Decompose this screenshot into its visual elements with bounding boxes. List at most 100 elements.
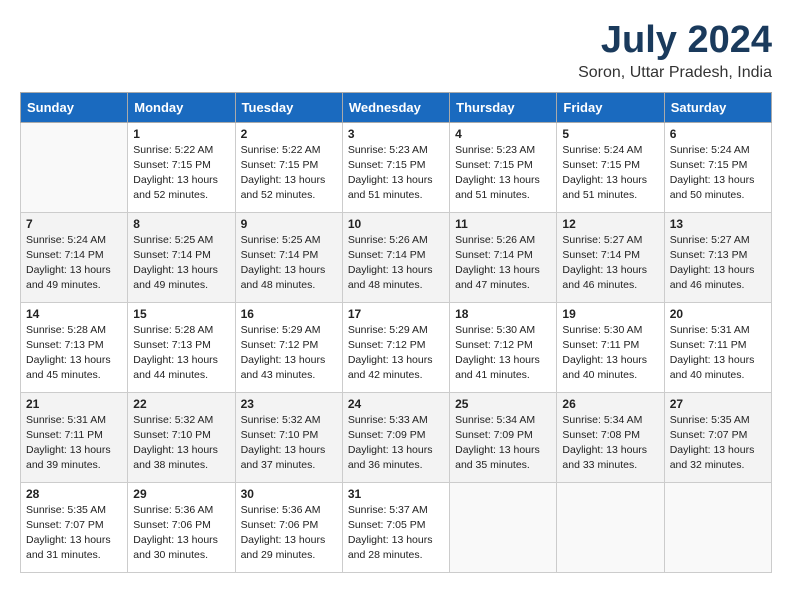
day-number: 1 — [133, 127, 229, 141]
day-info: Sunrise: 5:31 AMSunset: 7:11 PMDaylight:… — [26, 413, 122, 474]
weekday-header-thursday: Thursday — [450, 92, 557, 122]
calendar-cell: 15 Sunrise: 5:28 AMSunset: 7:13 PMDaylig… — [128, 302, 235, 392]
day-info: Sunrise: 5:24 AMSunset: 7:14 PMDaylight:… — [26, 233, 122, 294]
day-info: Sunrise: 5:34 AMSunset: 7:09 PMDaylight:… — [455, 413, 551, 474]
day-number: 25 — [455, 397, 551, 411]
calendar-cell: 2 Sunrise: 5:22 AMSunset: 7:15 PMDayligh… — [235, 122, 342, 212]
calendar-cell: 20 Sunrise: 5:31 AMSunset: 7:11 PMDaylig… — [664, 302, 771, 392]
weekday-header-tuesday: Tuesday — [235, 92, 342, 122]
day-info: Sunrise: 5:30 AMSunset: 7:12 PMDaylight:… — [455, 323, 551, 384]
day-info: Sunrise: 5:29 AMSunset: 7:12 PMDaylight:… — [241, 323, 337, 384]
day-info: Sunrise: 5:37 AMSunset: 7:05 PMDaylight:… — [348, 503, 444, 564]
calendar-cell: 31 Sunrise: 5:37 AMSunset: 7:05 PMDaylig… — [342, 482, 449, 572]
calendar-cell: 25 Sunrise: 5:34 AMSunset: 7:09 PMDaylig… — [450, 392, 557, 482]
calendar-cell: 16 Sunrise: 5:29 AMSunset: 7:12 PMDaylig… — [235, 302, 342, 392]
day-info: Sunrise: 5:22 AMSunset: 7:15 PMDaylight:… — [241, 143, 337, 204]
calendar-table: SundayMondayTuesdayWednesdayThursdayFrid… — [20, 92, 772, 573]
weekday-header-saturday: Saturday — [664, 92, 771, 122]
day-info: Sunrise: 5:24 AMSunset: 7:15 PMDaylight:… — [562, 143, 658, 204]
day-number: 30 — [241, 487, 337, 501]
calendar-cell — [664, 482, 771, 572]
day-number: 14 — [26, 307, 122, 321]
calendar-cell: 3 Sunrise: 5:23 AMSunset: 7:15 PMDayligh… — [342, 122, 449, 212]
calendar-cell: 12 Sunrise: 5:27 AMSunset: 7:14 PMDaylig… — [557, 212, 664, 302]
calendar-cell: 23 Sunrise: 5:32 AMSunset: 7:10 PMDaylig… — [235, 392, 342, 482]
day-info: Sunrise: 5:32 AMSunset: 7:10 PMDaylight:… — [241, 413, 337, 474]
calendar-cell: 14 Sunrise: 5:28 AMSunset: 7:13 PMDaylig… — [21, 302, 128, 392]
calendar-cell: 28 Sunrise: 5:35 AMSunset: 7:07 PMDaylig… — [21, 482, 128, 572]
day-number: 19 — [562, 307, 658, 321]
week-row-1: 1 Sunrise: 5:22 AMSunset: 7:15 PMDayligh… — [21, 122, 772, 212]
day-info: Sunrise: 5:27 AMSunset: 7:14 PMDaylight:… — [562, 233, 658, 294]
calendar-cell: 1 Sunrise: 5:22 AMSunset: 7:15 PMDayligh… — [128, 122, 235, 212]
calendar-cell: 13 Sunrise: 5:27 AMSunset: 7:13 PMDaylig… — [664, 212, 771, 302]
day-info: Sunrise: 5:35 AMSunset: 7:07 PMDaylight:… — [670, 413, 766, 474]
week-row-5: 28 Sunrise: 5:35 AMSunset: 7:07 PMDaylig… — [21, 482, 772, 572]
day-number: 12 — [562, 217, 658, 231]
day-number: 22 — [133, 397, 229, 411]
day-number: 15 — [133, 307, 229, 321]
day-info: Sunrise: 5:28 AMSunset: 7:13 PMDaylight:… — [26, 323, 122, 384]
day-number: 26 — [562, 397, 658, 411]
day-info: Sunrise: 5:25 AMSunset: 7:14 PMDaylight:… — [241, 233, 337, 294]
day-info: Sunrise: 5:28 AMSunset: 7:13 PMDaylight:… — [133, 323, 229, 384]
calendar-cell: 30 Sunrise: 5:36 AMSunset: 7:06 PMDaylig… — [235, 482, 342, 572]
day-number: 18 — [455, 307, 551, 321]
week-row-4: 21 Sunrise: 5:31 AMSunset: 7:11 PMDaylig… — [21, 392, 772, 482]
day-info: Sunrise: 5:29 AMSunset: 7:12 PMDaylight:… — [348, 323, 444, 384]
calendar-cell: 21 Sunrise: 5:31 AMSunset: 7:11 PMDaylig… — [21, 392, 128, 482]
weekday-header-friday: Friday — [557, 92, 664, 122]
day-number: 11 — [455, 217, 551, 231]
month-year-title: July 2024 — [578, 20, 772, 62]
day-number: 6 — [670, 127, 766, 141]
calendar-cell — [557, 482, 664, 572]
title-section: July 2024 Soron, Uttar Pradesh, India — [578, 20, 772, 82]
weekday-header-monday: Monday — [128, 92, 235, 122]
day-number: 13 — [670, 217, 766, 231]
day-info: Sunrise: 5:26 AMSunset: 7:14 PMDaylight:… — [455, 233, 551, 294]
calendar-cell: 7 Sunrise: 5:24 AMSunset: 7:14 PMDayligh… — [21, 212, 128, 302]
day-number: 23 — [241, 397, 337, 411]
day-info: Sunrise: 5:35 AMSunset: 7:07 PMDaylight:… — [26, 503, 122, 564]
week-row-2: 7 Sunrise: 5:24 AMSunset: 7:14 PMDayligh… — [21, 212, 772, 302]
day-number: 8 — [133, 217, 229, 231]
day-info: Sunrise: 5:24 AMSunset: 7:15 PMDaylight:… — [670, 143, 766, 204]
day-info: Sunrise: 5:36 AMSunset: 7:06 PMDaylight:… — [241, 503, 337, 564]
calendar-cell — [450, 482, 557, 572]
day-info: Sunrise: 5:23 AMSunset: 7:15 PMDaylight:… — [348, 143, 444, 204]
day-number: 9 — [241, 217, 337, 231]
calendar-cell: 10 Sunrise: 5:26 AMSunset: 7:14 PMDaylig… — [342, 212, 449, 302]
day-number: 2 — [241, 127, 337, 141]
day-number: 3 — [348, 127, 444, 141]
day-info: Sunrise: 5:22 AMSunset: 7:15 PMDaylight:… — [133, 143, 229, 204]
calendar-cell: 26 Sunrise: 5:34 AMSunset: 7:08 PMDaylig… — [557, 392, 664, 482]
day-number: 20 — [670, 307, 766, 321]
day-number: 27 — [670, 397, 766, 411]
calendar-cell — [21, 122, 128, 212]
day-number: 28 — [26, 487, 122, 501]
calendar-cell: 29 Sunrise: 5:36 AMSunset: 7:06 PMDaylig… — [128, 482, 235, 572]
calendar-cell: 17 Sunrise: 5:29 AMSunset: 7:12 PMDaylig… — [342, 302, 449, 392]
page-header: General Blue July 2024 Soron, Uttar Prad… — [20, 20, 772, 82]
calendar-cell: 19 Sunrise: 5:30 AMSunset: 7:11 PMDaylig… — [557, 302, 664, 392]
calendar-cell: 18 Sunrise: 5:30 AMSunset: 7:12 PMDaylig… — [450, 302, 557, 392]
day-number: 7 — [26, 217, 122, 231]
day-number: 10 — [348, 217, 444, 231]
day-number: 17 — [348, 307, 444, 321]
day-number: 29 — [133, 487, 229, 501]
calendar-cell: 4 Sunrise: 5:23 AMSunset: 7:15 PMDayligh… — [450, 122, 557, 212]
location-subtitle: Soron, Uttar Pradesh, India — [578, 64, 772, 82]
weekday-header-wednesday: Wednesday — [342, 92, 449, 122]
day-info: Sunrise: 5:23 AMSunset: 7:15 PMDaylight:… — [455, 143, 551, 204]
day-info: Sunrise: 5:26 AMSunset: 7:14 PMDaylight:… — [348, 233, 444, 294]
day-info: Sunrise: 5:36 AMSunset: 7:06 PMDaylight:… — [133, 503, 229, 564]
calendar-cell: 11 Sunrise: 5:26 AMSunset: 7:14 PMDaylig… — [450, 212, 557, 302]
day-number: 5 — [562, 127, 658, 141]
weekday-header-sunday: Sunday — [21, 92, 128, 122]
calendar-cell: 9 Sunrise: 5:25 AMSunset: 7:14 PMDayligh… — [235, 212, 342, 302]
day-info: Sunrise: 5:27 AMSunset: 7:13 PMDaylight:… — [670, 233, 766, 294]
calendar-cell: 5 Sunrise: 5:24 AMSunset: 7:15 PMDayligh… — [557, 122, 664, 212]
day-number: 24 — [348, 397, 444, 411]
day-info: Sunrise: 5:30 AMSunset: 7:11 PMDaylight:… — [562, 323, 658, 384]
calendar-cell: 27 Sunrise: 5:35 AMSunset: 7:07 PMDaylig… — [664, 392, 771, 482]
